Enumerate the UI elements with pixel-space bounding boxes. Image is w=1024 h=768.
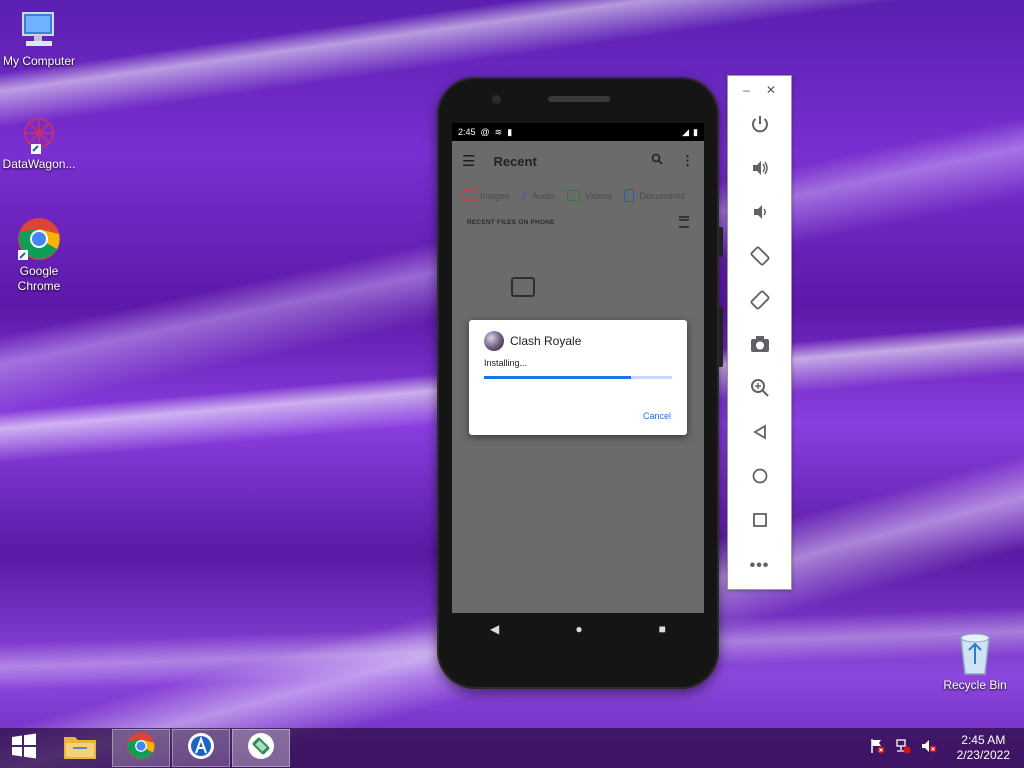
taskbar-file-explorer[interactable] <box>48 729 112 767</box>
signal-icon: ◢ <box>682 126 690 137</box>
dialog-status: Installing... <box>484 358 528 368</box>
screenshot-button[interactable] <box>728 324 791 368</box>
install-progress-fill <box>484 376 631 379</box>
rotate-left-button[interactable] <box>728 236 791 280</box>
overflow-menu-icon[interactable]: ⋮ <box>681 153 694 169</box>
folder-icon <box>63 732 97 765</box>
category-chips: Images ♪ Audio Videos Documents <box>452 181 704 210</box>
desktop-icon-google-chrome[interactable]: Google Chrome <box>0 216 79 294</box>
rotate-right-icon <box>749 289 771 316</box>
windows-logo-icon <box>11 733 37 764</box>
home-icon <box>751 467 769 490</box>
system-tray: 2:45 AM 2/23/2022 <box>869 733 1024 763</box>
taskbar-android-studio[interactable] <box>172 729 230 767</box>
nav-back-icon[interactable]: ◀ <box>490 622 499 636</box>
start-button[interactable] <box>0 729 48 767</box>
document-icon <box>624 189 635 202</box>
sd-card-icon: ▮ <box>507 126 513 137</box>
camera-icon <box>750 335 770 358</box>
rotate-left-icon <box>749 245 771 272</box>
desktop-icon-my-computer[interactable]: My Computer <box>0 10 79 69</box>
power-icon <box>750 114 770 139</box>
power-side-button[interactable] <box>719 227 723 257</box>
overview-icon <box>751 511 769 534</box>
desktop-icon-recycle-bin[interactable]: Recycle Bin <box>935 630 1015 693</box>
nav-home-icon[interactable]: ● <box>575 622 582 636</box>
minimize-icon[interactable]: – <box>743 83 750 97</box>
computer-icon <box>17 10 61 52</box>
desktop-icon-datawagon[interactable]: DataWagon... <box>0 113 79 172</box>
zoom-button[interactable] <box>728 368 791 412</box>
desktop-icon-label: My Computer <box>2 54 76 68</box>
recycle-bin-icon <box>955 630 995 676</box>
back-button[interactable] <box>728 412 791 456</box>
notification-icon: @ <box>480 127 490 137</box>
zoom-icon <box>750 378 770 403</box>
more-button[interactable]: ••• <box>728 544 791 588</box>
video-icon <box>567 190 581 201</box>
section-header: RECENT FILES ON PHONE <box>452 210 704 234</box>
volume-muted-icon[interactable] <box>921 738 937 759</box>
desktop-icon-label: DataWagon... <box>2 157 76 171</box>
chip-images[interactable]: Images <box>462 189 510 202</box>
overview-button[interactable] <box>728 500 791 544</box>
app-bar-title: Recent <box>493 153 537 169</box>
clock-time: 2:45 AM <box>961 733 1006 747</box>
desktop-icon-label: Recycle Bin <box>943 678 1007 692</box>
search-icon[interactable] <box>651 153 663 169</box>
list-view-icon[interactable] <box>679 216 689 228</box>
chip-videos[interactable]: Videos <box>567 189 612 202</box>
emulator-toolbar: – ✕ ••• <box>727 75 792 590</box>
network-icon[interactable] <box>895 738 911 759</box>
action-center-flag-icon[interactable] <box>869 738 885 759</box>
android-studio-icon <box>187 732 215 765</box>
android-status-bar: 2:45 @ ≋ ▮ ◢ ▮ <box>452 123 704 141</box>
install-progress-bar <box>484 376 672 379</box>
taskbar-clock[interactable]: 2:45 AM 2/23/2022 <box>957 733 1010 763</box>
image-icon <box>462 190 475 201</box>
chrome-icon <box>16 216 62 262</box>
volume-side-button[interactable] <box>719 307 723 367</box>
volume-up-button[interactable] <box>728 148 791 192</box>
taskbar: 2:45 AM 2/23/2022 <box>0 728 1024 768</box>
chip-audio[interactable]: ♪ Audio <box>522 189 556 202</box>
nav-overview-icon[interactable]: ■ <box>659 622 666 636</box>
install-dialog: Clash Royale Installing... Cancel <box>469 320 687 435</box>
files-app-bar: ☰ Recent ⋮ <box>452 141 704 181</box>
music-note-icon: ♪ <box>521 189 528 202</box>
cancel-button[interactable]: Cancel <box>643 411 671 421</box>
desktop-icon-label: Google Chrome <box>17 264 61 293</box>
app-icon <box>484 331 504 351</box>
volume-down-button[interactable] <box>728 192 791 236</box>
chrome-icon <box>126 731 156 766</box>
android-placeholder-icon <box>511 277 535 297</box>
back-icon <box>751 423 769 446</box>
volume-up-icon <box>750 158 770 183</box>
earpiece-speaker <box>548 96 610 102</box>
front-camera <box>492 95 501 104</box>
more-icon: ••• <box>749 557 770 574</box>
clock-date: 2/23/2022 <box>956 748 1010 762</box>
rotate-right-button[interactable] <box>728 280 791 324</box>
home-button[interactable] <box>728 456 791 500</box>
emulator-icon <box>247 732 275 765</box>
android-navigation-bar: ◀ ● ■ <box>452 613 704 645</box>
hamburger-menu-icon[interactable]: ☰ <box>462 152 475 170</box>
chip-documents[interactable]: Documents <box>624 189 685 202</box>
volume-down-icon <box>750 202 770 227</box>
taskbar-emulator[interactable] <box>232 729 290 767</box>
power-button[interactable] <box>728 104 791 148</box>
datawagon-logo-icon <box>17 113 61 155</box>
taskbar-chrome[interactable] <box>112 729 170 767</box>
dialog-app-name: Clash Royale <box>510 334 582 348</box>
battery-icon: ▮ <box>693 126 698 137</box>
wifi-icon: ≋ <box>494 126 503 137</box>
status-time: 2:45 <box>458 127 476 137</box>
close-icon[interactable]: ✕ <box>766 83 776 97</box>
